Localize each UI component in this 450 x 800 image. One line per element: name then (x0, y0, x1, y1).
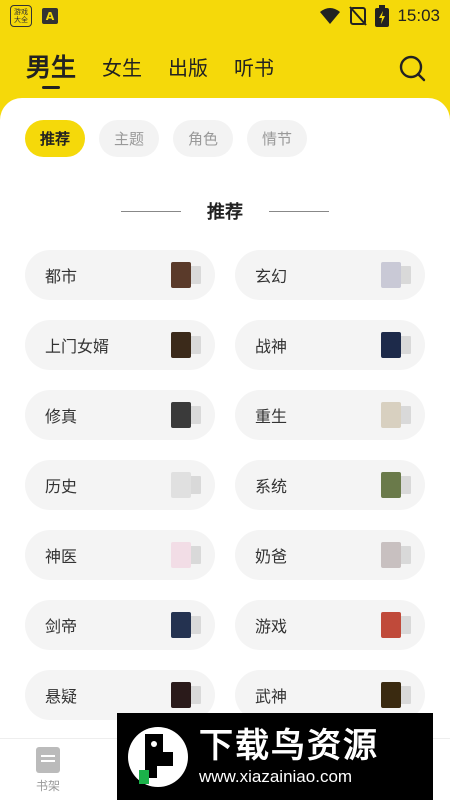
battery-charging-icon (375, 5, 390, 27)
status-bar: 游戏大全 A 15:03 (0, 0, 450, 32)
book-cover-front (171, 682, 191, 708)
category-grid: 都市 玄幻上门女婿 战神修真 重生历史 系统神医 奶爸剑帝 游戏悬疑 武神 (25, 250, 425, 720)
category-item[interactable]: 修真 (25, 390, 215, 440)
book-cover-thumbnails (171, 542, 201, 568)
book-cover-front (381, 542, 401, 568)
content-panel: 推荐 主题 角色 情节 推荐 都市 玄幻上门女婿 战神修真 重生历史 系统神医 奶爸剑帝 游… (0, 98, 450, 738)
watermark-title: 下载鸟资源 (199, 725, 379, 766)
wifi-icon (320, 8, 341, 24)
book-cover-front (171, 332, 191, 358)
category-item[interactable]: 历史 (25, 460, 215, 510)
category-item[interactable]: 玄幻 (235, 250, 425, 300)
category-item[interactable]: 神医 (25, 530, 215, 580)
category-item[interactable]: 剑帝 (25, 600, 215, 650)
notification-a-icon: A (42, 8, 58, 24)
watermark-banner: 下载鸟资源 www.xiazainiao.com (117, 713, 433, 800)
book-cover-thumbnails (381, 402, 411, 428)
category-item[interactable]: 都市 (25, 250, 215, 300)
book-cover-thumbnails (171, 682, 201, 708)
category-item[interactable]: 上门女婿 (25, 320, 215, 370)
tab-audiobook[interactable]: 听书 (234, 40, 274, 81)
tab-publish[interactable]: 出版 (168, 40, 208, 81)
category-label: 上门女婿 (45, 337, 110, 356)
category-label: 修真 (45, 407, 78, 426)
category-label: 系统 (255, 477, 288, 496)
watermark-url: www.xiazainiao.com (199, 766, 353, 786)
category-label: 玄幻 (255, 267, 288, 286)
category-label: 游戏 (255, 617, 288, 636)
book-cover-front (171, 612, 191, 638)
book-cover-thumbnails (171, 262, 201, 288)
book-icon (36, 747, 60, 773)
chip-plot[interactable]: 情节 (247, 120, 308, 157)
category-item[interactable]: 重生 (235, 390, 425, 440)
book-cover-thumbnails (171, 612, 201, 638)
tab-male[interactable]: 男生 (26, 40, 76, 89)
category-item[interactable]: 战神 (235, 320, 425, 370)
section-title: 推荐 (207, 202, 243, 223)
top-tab-bar: 男生 女生 出版 听书 (0, 40, 450, 95)
book-cover-front (381, 472, 401, 498)
clock: 15:03 (397, 6, 440, 25)
book-cover-front (171, 262, 191, 288)
book-cover-thumbnails (381, 682, 411, 708)
book-cover-thumbnails (381, 612, 411, 638)
book-cover-thumbnails (171, 332, 201, 358)
book-cover-front (381, 262, 401, 288)
category-item[interactable]: 游戏 (235, 600, 425, 650)
book-cover-front (381, 402, 401, 428)
book-cover-front (171, 542, 191, 568)
app-badge-icon: 游戏大全 (10, 5, 32, 27)
category-label: 都市 (45, 267, 78, 286)
sim-off-icon (349, 6, 368, 26)
book-cover-front (381, 612, 401, 638)
book-cover-thumbnails (381, 332, 411, 358)
divider-left (121, 210, 181, 212)
nav-bookshelf[interactable]: 书架 (28, 747, 68, 794)
category-label: 奶爸 (255, 547, 288, 566)
book-cover-front (171, 402, 191, 428)
book-cover-front (381, 332, 401, 358)
chip-theme[interactable]: 主题 (99, 120, 160, 157)
category-label: 神医 (45, 547, 78, 566)
book-cover-thumbnails (171, 402, 201, 428)
search-icon[interactable] (398, 54, 426, 82)
bird-logo-icon (128, 726, 188, 787)
category-label: 剑帝 (45, 617, 78, 636)
chip-role[interactable]: 角色 (173, 120, 234, 157)
nav-bookshelf-label: 书架 (35, 779, 60, 793)
divider-right (269, 210, 329, 212)
book-cover-thumbnails (171, 472, 201, 498)
book-cover-front (381, 682, 401, 708)
section-header: 推荐 (0, 198, 450, 224)
book-cover-front (171, 472, 191, 498)
category-label: 悬疑 (45, 687, 78, 706)
book-cover-thumbnails (381, 262, 411, 288)
book-cover-thumbnails (381, 542, 411, 568)
category-item[interactable]: 奶爸 (235, 530, 425, 580)
category-label: 历史 (45, 477, 78, 496)
tab-female[interactable]: 女生 (102, 40, 142, 81)
category-label: 战神 (255, 337, 288, 356)
sub-tab-bar: 推荐 主题 角色 情节 (25, 120, 308, 157)
chip-recommend[interactable]: 推荐 (25, 120, 86, 157)
book-cover-thumbnails (381, 472, 411, 498)
category-label: 武神 (255, 687, 288, 706)
category-label: 重生 (255, 407, 288, 426)
category-item[interactable]: 系统 (235, 460, 425, 510)
